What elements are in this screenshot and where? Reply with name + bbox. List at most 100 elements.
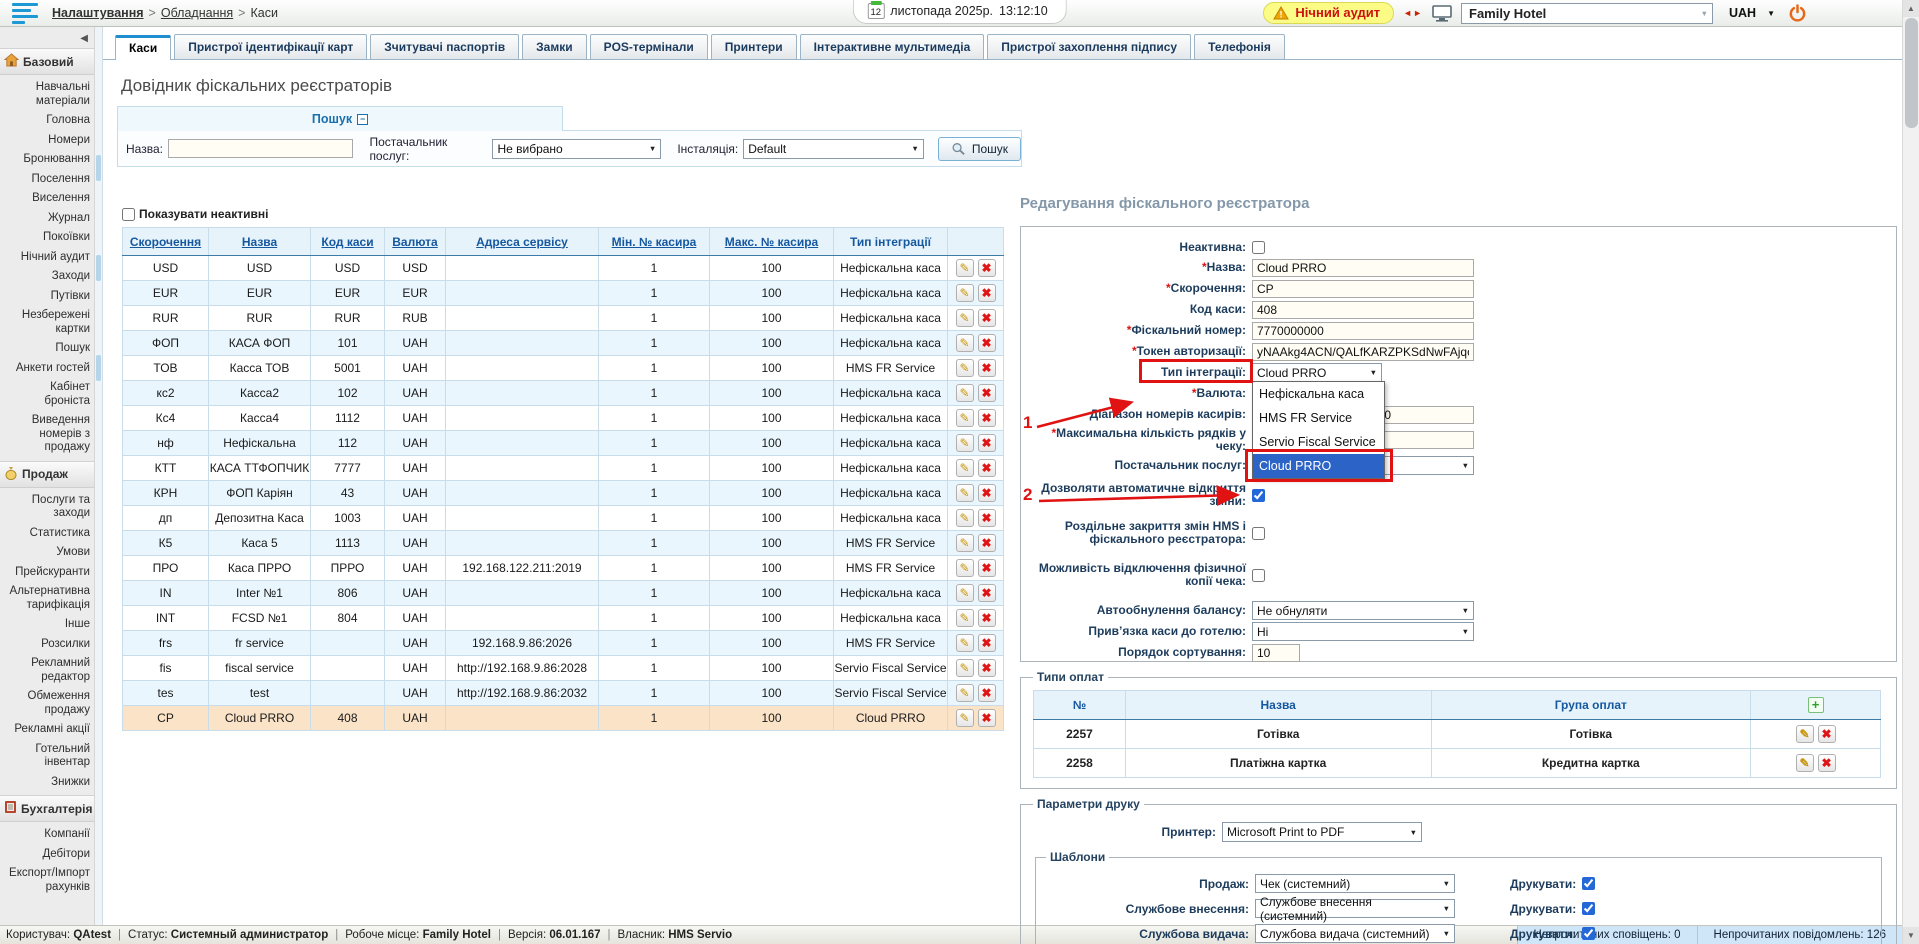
table-row[interactable]: К5Каса 51113UAH1100HMS FR Service✎✖: [123, 531, 1004, 556]
auth-token-input[interactable]: [1252, 343, 1474, 361]
short-name-input[interactable]: [1252, 280, 1474, 298]
template-select[interactable]: Службове внесення (системний)▼: [1255, 899, 1455, 918]
print-checkbox[interactable]: [1582, 927, 1595, 940]
edit-row-icon[interactable]: ✎: [956, 659, 974, 677]
sidebar-section-Бухгалтерія[interactable]: Бухгалтерія: [0, 795, 94, 822]
auto-open-shift-checkbox[interactable]: [1252, 489, 1265, 502]
delete-row-icon[interactable]: ✖: [978, 434, 996, 452]
sidebar-item-Рекламний редактор[interactable]: Рекламний редактор: [0, 657, 94, 684]
table-row[interactable]: ПРОКаса ПРРОПРРОUAH192.168.122.211:20191…: [123, 556, 1004, 581]
column-header-Код каси[interactable]: Код каси: [311, 228, 385, 256]
sidebar-item-Пошук[interactable]: Пошук: [0, 342, 94, 356]
table-row[interactable]: Кс4Касса41112UAH1100Нефіскальна каса✎✖: [123, 406, 1004, 431]
table-row[interactable]: дпДепозитна Каса1003UAH1100Нефіскальна к…: [123, 506, 1004, 531]
sidebar-item-Навчальні матеріали[interactable]: Навчальні матеріали: [0, 81, 94, 108]
column-header-Валюта[interactable]: Валюта: [385, 228, 446, 256]
tab-Замки[interactable]: Замки: [522, 34, 586, 59]
delete-row-icon[interactable]: ✖: [978, 584, 996, 602]
delete-row-icon[interactable]: ✖: [978, 634, 996, 652]
edit-row-icon[interactable]: ✎: [956, 259, 974, 277]
delete-row-icon[interactable]: ✖: [978, 484, 996, 502]
hotel-select[interactable]: Family Hotel▼: [1461, 3, 1713, 24]
table-row[interactable]: кс2Касса2102UAH1100Нефіскальна каса✎✖: [123, 381, 1004, 406]
delete-row-icon[interactable]: ✖: [978, 659, 996, 677]
table-row[interactable]: frsfr serviceUAH192.168.9.86:20261100HMS…: [123, 631, 1004, 656]
search-button[interactable]: Пошук: [938, 137, 1021, 161]
sidebar-item-Виведення номерів з продажу[interactable]: Виведення номерів з продажу: [0, 414, 94, 455]
edit-row-icon[interactable]: ✎: [956, 334, 974, 352]
table-row[interactable]: ФОПКАСА ФОП101UAH1100Нефіскальна каса✎✖: [123, 331, 1004, 356]
scroll-down-icon[interactable]: ▼: [1903, 927, 1919, 944]
tab-Пристрої захоплення підпису[interactable]: Пристрої захоплення підпису: [987, 34, 1191, 59]
sidebar-section-Продаж[interactable]: Продаж: [0, 461, 94, 488]
dropdown-option-Servio Fiscal Service[interactable]: Servio Fiscal Service: [1253, 430, 1384, 454]
table-row[interactable]: нфНефіскальна112UAH1100Нефіскальна каса✎…: [123, 431, 1004, 456]
search-panel-header[interactable]: Пошук −: [117, 106, 563, 131]
delete-row-icon[interactable]: ✖: [978, 509, 996, 527]
sidebar-item-Журнал[interactable]: Журнал: [0, 212, 94, 226]
sidebar-item-Обмеження продажу[interactable]: Обмеження продажу: [0, 690, 94, 717]
tab-Пристрої ідентифікації карт[interactable]: Пристрої ідентифікації карт: [174, 34, 367, 59]
tab-Каси[interactable]: Каси: [115, 35, 171, 60]
dropdown-option-HMS FR Service[interactable]: HMS FR Service: [1253, 406, 1384, 430]
tab-Інтерактивне мультимедіа[interactable]: Інтерактивне мультимедіа: [800, 34, 985, 59]
column-header-Макс. № касира[interactable]: Макс. № касира: [710, 228, 834, 256]
tab-POS-термінали[interactable]: POS-термінали: [590, 34, 708, 59]
print-checkbox[interactable]: [1582, 902, 1595, 915]
sidebar-item-Поселення[interactable]: Поселення: [0, 173, 94, 187]
sidebar-item-Альтернативна тарифікація[interactable]: Альтернативна тарифікація: [0, 585, 94, 612]
table-row[interactable]: КТТКАСА ТТФОПЧИК7777UAH1100Нефіскальна к…: [123, 456, 1004, 481]
sidebar-item-Бронювання[interactable]: Бронювання: [0, 153, 94, 167]
workstation-icon[interactable]: [1432, 5, 1452, 22]
edit-payment-icon[interactable]: ✎: [1796, 754, 1814, 772]
sidebar-section-Базовий[interactable]: Базовий: [0, 48, 94, 75]
column-header-Адреса сервісу[interactable]: Адреса сервісу: [446, 228, 599, 256]
edit-row-icon[interactable]: ✎: [956, 534, 974, 552]
sidebar-collapse-icon[interactable]: ◀: [0, 27, 94, 48]
delete-row-icon[interactable]: ✖: [978, 384, 996, 402]
delete-row-icon[interactable]: ✖: [978, 534, 996, 552]
scroll-up-icon[interactable]: ▲: [1903, 0, 1919, 17]
edit-row-icon[interactable]: ✎: [956, 459, 974, 477]
scroll-thumb[interactable]: [1905, 18, 1918, 128]
sort-order-input[interactable]: [1252, 644, 1300, 662]
table-row[interactable]: КРНФОП Каріян43UAH1100Нефіскальна каса✎✖: [123, 481, 1004, 506]
currency-select[interactable]: UAH▼: [1722, 3, 1779, 24]
sidebar-item-Розсилки[interactable]: Розсилки: [0, 638, 94, 652]
tab-Телефонія[interactable]: Телефонія: [1194, 34, 1285, 59]
sidebar-item-Статистика[interactable]: Статистика: [0, 527, 94, 541]
page-scrollbar[interactable]: ▲ ▼: [1902, 0, 1919, 944]
delete-row-icon[interactable]: ✖: [978, 334, 996, 352]
column-header-Мін. № касира[interactable]: Мін. № касира: [599, 228, 710, 256]
sidebar-item-Номери[interactable]: Номери: [0, 134, 94, 148]
delete-payment-icon[interactable]: ✖: [1818, 725, 1836, 743]
table-row[interactable]: testestUAHhttp://192.168.9.86:20321100Se…: [123, 681, 1004, 706]
edit-row-icon[interactable]: ✎: [956, 559, 974, 577]
sidebar-item-Експорт/Імпорт рахунків[interactable]: Експорт/Імпорт рахунків: [0, 867, 94, 894]
edit-row-icon[interactable]: ✎: [956, 434, 974, 452]
edit-row-icon[interactable]: ✎: [956, 384, 974, 402]
breadcrumb-equipment[interactable]: Обладнання: [161, 6, 233, 20]
delete-payment-icon[interactable]: ✖: [1818, 754, 1836, 772]
sidebar-item-Виселення[interactable]: Виселення: [0, 192, 94, 206]
sidebar-item-Інше[interactable]: Інше: [0, 618, 94, 632]
tab-Принтери[interactable]: Принтери: [711, 34, 797, 59]
installation-filter-select[interactable]: Default▼: [743, 139, 924, 159]
edit-row-icon[interactable]: ✎: [956, 509, 974, 527]
separate-close-checkbox[interactable]: [1252, 527, 1265, 540]
sidebar-item-Знижки[interactable]: Знижки: [0, 776, 94, 790]
table-row[interactable]: CPCloud PRRO408UAH1100Cloud PRRO✎✖: [123, 706, 1004, 731]
integration-type-select[interactable]: Cloud PRRO▼: [1252, 363, 1382, 382]
edit-row-icon[interactable]: ✎: [956, 359, 974, 377]
template-select[interactable]: Службова видача (системний)▼: [1255, 924, 1455, 943]
sidebar-item-Компанії[interactable]: Компанії: [0, 828, 94, 842]
sidebar-item-Заходи[interactable]: Заходи: [0, 270, 94, 284]
sidebar-item-Покоївки[interactable]: Покоївки: [0, 231, 94, 245]
hotel-binding-select[interactable]: Ні▼: [1252, 622, 1474, 641]
edit-payment-icon[interactable]: ✎: [1796, 725, 1814, 743]
printer-select[interactable]: Microsoft Print to PDF▼: [1222, 822, 1422, 842]
dropdown-option-Cloud PRRO[interactable]: Cloud PRRO: [1253, 454, 1384, 478]
add-payment-icon[interactable]: +: [1808, 697, 1824, 713]
table-row[interactable]: INTFCSD №1804UAH1100Нефіскальна каса✎✖: [123, 606, 1004, 631]
table-row[interactable]: INInter №1806UAH1100Нефіскальна каса✎✖: [123, 581, 1004, 606]
